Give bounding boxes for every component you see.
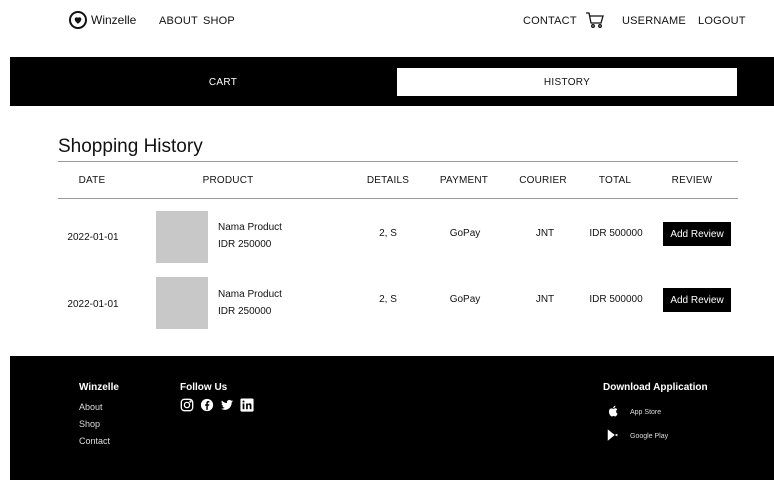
column-header-total: TOTAL — [598, 175, 632, 186]
column-header-date: DATE — [78, 175, 106, 186]
header-divider — [58, 198, 738, 199]
column-header-courier: COURIER — [519, 175, 567, 186]
tab-history[interactable]: HISTORY — [397, 68, 737, 96]
footer-link-shop[interactable]: Shop — [79, 419, 100, 429]
cart-icon[interactable] — [585, 11, 605, 29]
google-play-link[interactable]: Google Play — [606, 428, 668, 444]
footer-download-title: Download Application — [603, 382, 708, 393]
column-header-details: DETAILS — [366, 175, 410, 186]
title-divider — [58, 161, 738, 162]
product-price: IDR 250000 — [218, 306, 272, 317]
nav-logout-link[interactable]: LOGOUT — [698, 15, 746, 27]
product-price: IDR 250000 — [218, 239, 272, 250]
app-store-label: App Store — [630, 408, 662, 416]
product-name: Nama Product — [218, 222, 282, 233]
heart-logo-icon — [69, 11, 87, 29]
apple-icon — [606, 404, 620, 420]
row-date: 2022-01-01 — [67, 299, 119, 310]
footer-link-contact[interactable]: Contact — [79, 436, 110, 446]
product-name: Nama Product — [218, 289, 282, 300]
product-thumbnail[interactable] — [156, 211, 208, 263]
social-icons — [180, 398, 254, 417]
nav-about-link[interactable]: ABOUT — [159, 15, 198, 27]
page-title: Shopping History — [58, 136, 203, 157]
row-total: IDR 500000 — [589, 228, 643, 239]
brand-name: Winzelle — [91, 13, 137, 27]
row-date: 2022-01-01 — [67, 232, 119, 243]
nav-shop-link[interactable]: SHOP — [203, 15, 235, 27]
footer: Winzelle About Shop Contact Follow Us Do… — [10, 356, 774, 480]
footer-brand: Winzelle — [79, 382, 119, 393]
twitter-icon[interactable] — [220, 398, 234, 417]
tab-bar: CART HISTORY — [10, 57, 774, 106]
column-header-payment: PAYMENT — [439, 175, 489, 186]
footer-follow-title: Follow Us — [180, 382, 228, 393]
top-navbar: Winzelle ABOUT SHOP CONTACT USERNAME LOG… — [0, 0, 774, 42]
footer-link-about[interactable]: About — [79, 402, 103, 412]
column-header-review: REVIEW — [671, 175, 713, 186]
google-play-label: Google Play — [630, 432, 669, 440]
linkedin-icon[interactable] — [240, 398, 254, 417]
brand[interactable]: Winzelle — [69, 11, 136, 29]
row-payment: GoPay — [449, 294, 481, 305]
product-info[interactable]: Nama Product IDR 250000 — [218, 286, 282, 320]
nav-contact-link[interactable]: CONTACT — [523, 15, 577, 27]
column-header-product: PRODUCT — [202, 175, 254, 186]
add-review-button[interactable]: Add Review — [663, 222, 731, 246]
row-details: 2, S — [379, 228, 397, 239]
instagram-icon[interactable] — [180, 398, 194, 417]
row-total: IDR 500000 — [589, 294, 643, 305]
nav-username-link[interactable]: USERNAME — [622, 15, 686, 27]
add-review-button[interactable]: Add Review — [663, 288, 731, 312]
row-payment: GoPay — [449, 228, 481, 239]
product-thumbnail[interactable] — [156, 277, 208, 329]
app-store-link[interactable]: App Store — [606, 404, 661, 420]
product-info[interactable]: Nama Product IDR 250000 — [218, 219, 282, 253]
facebook-icon[interactable] — [200, 398, 214, 417]
row-courier: JNT — [535, 228, 555, 239]
row-courier: JNT — [535, 294, 555, 305]
row-details: 2, S — [379, 294, 397, 305]
google-play-icon — [606, 428, 620, 444]
tab-cart[interactable]: CART — [28, 68, 418, 96]
